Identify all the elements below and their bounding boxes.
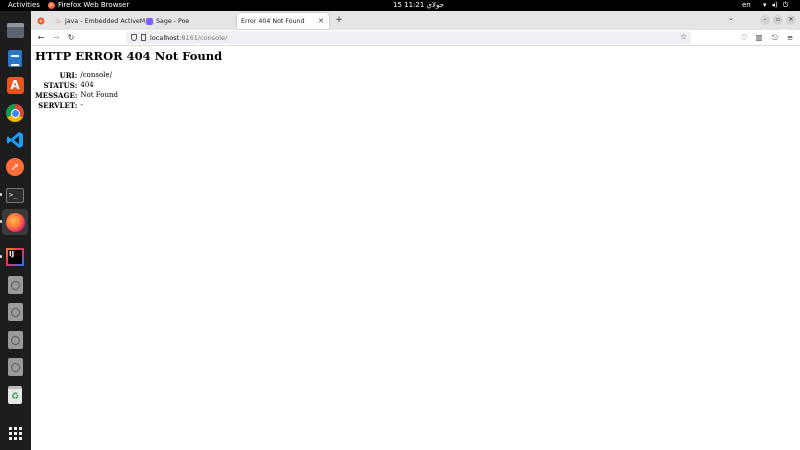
row-value: - (80, 101, 83, 109)
firefox-window: ♨ java - Embedded ActiveM Sage - Poe Err… (31, 11, 800, 450)
system-tray[interactable]: ▾ ◂) ⏻ (763, 0, 788, 11)
terminal-icon: >_ (6, 187, 24, 203)
activities-button[interactable]: Activities (8, 0, 40, 11)
store-icon: A (6, 76, 24, 94)
url-text: localhost:8161/console/ (150, 33, 228, 42)
app-menu-button[interactable]: ≡ (785, 32, 795, 44)
sidebar-button[interactable]: ▥ (754, 32, 764, 44)
dock-writer[interactable] (4, 47, 26, 69)
drive-icon (7, 331, 23, 349)
navigation-toolbar: ← → ↻ localhost:8161/console/ ☆ ♡ ▥ ⎋ ≡ (31, 30, 800, 46)
dock-drive-2[interactable] (4, 301, 26, 323)
reload-button[interactable]: ↻ (65, 32, 77, 44)
drive-icon (7, 303, 23, 321)
dock-postman[interactable]: ➚ (4, 156, 26, 178)
show-apps-button[interactable] (4, 422, 26, 444)
volume-icon: ◂) (771, 1, 778, 9)
firefox-icon (5, 212, 25, 232)
extensions-button[interactable]: ⎋ (770, 32, 780, 44)
row-label: MESSAGE: (35, 90, 78, 100)
dock-intellij[interactable]: IJ (4, 246, 26, 268)
table-row: URI: /console/ (35, 70, 118, 80)
minimize-button[interactable]: – (760, 15, 770, 25)
close-window-button[interactable]: ✕ (786, 15, 796, 25)
row-label: URI: (59, 70, 78, 80)
tab-error-404[interactable]: Error 404 Not Found ✕ (237, 13, 329, 29)
close-tab-icon[interactable]: ✕ (317, 17, 325, 25)
chrome-icon (6, 104, 24, 122)
firefox-view-icon (37, 17, 44, 24)
dock-software-center[interactable]: A (4, 74, 26, 96)
tab-java-activemq[interactable]: ♨ java - Embedded ActiveM (51, 13, 150, 29)
maximize-button[interactable]: ▫ (773, 15, 783, 25)
app-menu[interactable]: Firefox Web Browser (48, 0, 129, 11)
new-tab-button[interactable]: + (333, 14, 345, 26)
back-button[interactable]: ← (35, 32, 47, 44)
row-value: /console/ (80, 71, 112, 79)
clock[interactable]: 15 جولاي 11:21 (393, 0, 444, 11)
bookmark-star-icon[interactable]: ☆ (680, 32, 687, 41)
tracking-protection-icon[interactable] (131, 34, 137, 41)
java-icon: ♨ (55, 16, 62, 25)
top-bar: Activities Firefox Web Browser 15 جولاي … (0, 0, 800, 11)
postman-icon: ➚ (6, 158, 24, 176)
dock-drive-1[interactable] (4, 274, 26, 296)
dock: A ➚ >_ IJ ♻ (0, 11, 31, 450)
dock-vscode[interactable] (4, 129, 26, 151)
writer-icon (8, 49, 22, 67)
drive-icon (7, 358, 23, 376)
page-info-icon[interactable] (141, 34, 146, 41)
dock-firefox[interactable] (2, 209, 28, 235)
running-indicator (0, 220, 2, 223)
table-row: STATUS: 404 (35, 80, 118, 90)
running-indicator (0, 193, 2, 196)
dock-files[interactable] (4, 19, 26, 41)
files-icon (6, 22, 24, 38)
firefox-view-button[interactable] (35, 15, 46, 26)
row-label: SERVLET: (38, 100, 78, 110)
pocket-button[interactable]: ♡ (739, 32, 749, 44)
app-menu-label: Firefox Web Browser (58, 1, 130, 9)
page-content: HTTP ERROR 404 Not Found URI: /console/ … (31, 47, 800, 450)
tab-strip: ♨ java - Embedded ActiveM Sage - Poe Err… (31, 11, 800, 30)
page-title: HTTP ERROR 404 Not Found (35, 49, 223, 63)
tab-title: java - Embedded ActiveM (65, 17, 146, 25)
app-grid-icon (8, 426, 22, 440)
tab-title: Error 404 Not Found (241, 17, 305, 25)
forward-button[interactable]: → (50, 32, 62, 44)
table-row: MESSAGE: Not Found (35, 90, 118, 100)
row-label: STATUS: (43, 80, 78, 90)
drive-icon (7, 276, 23, 294)
row-value: Not Found (80, 91, 118, 99)
dock-chrome[interactable] (4, 102, 26, 124)
dock-terminal[interactable]: >_ (4, 184, 26, 206)
dock-drive-4[interactable] (4, 356, 26, 378)
tab-title: Sage - Poe (156, 17, 190, 25)
trash-icon: ♻ (8, 386, 22, 404)
dock-trash[interactable]: ♻ (4, 384, 26, 406)
row-value: 404 (80, 81, 94, 89)
poe-icon (146, 17, 153, 25)
dock-drive-3[interactable] (4, 329, 26, 351)
vscode-icon (7, 132, 23, 148)
wifi-icon: ▾ (763, 1, 767, 9)
power-icon: ⏻ (782, 1, 789, 9)
firefox-mini-icon (48, 2, 55, 9)
table-row: SERVLET: - (35, 100, 118, 110)
list-all-tabs-button[interactable]: ⌄ (728, 14, 734, 22)
language-indicator[interactable]: en (742, 0, 751, 11)
tab-sage-poe[interactable]: Sage - Poe (142, 13, 235, 29)
running-indicator (0, 255, 2, 258)
error-details-table: URI: /console/ STATUS: 404 MESSAGE: Not … (35, 70, 118, 110)
url-bar[interactable]: localhost:8161/console/ ☆ (126, 31, 691, 44)
idea-icon: IJ (6, 248, 24, 266)
